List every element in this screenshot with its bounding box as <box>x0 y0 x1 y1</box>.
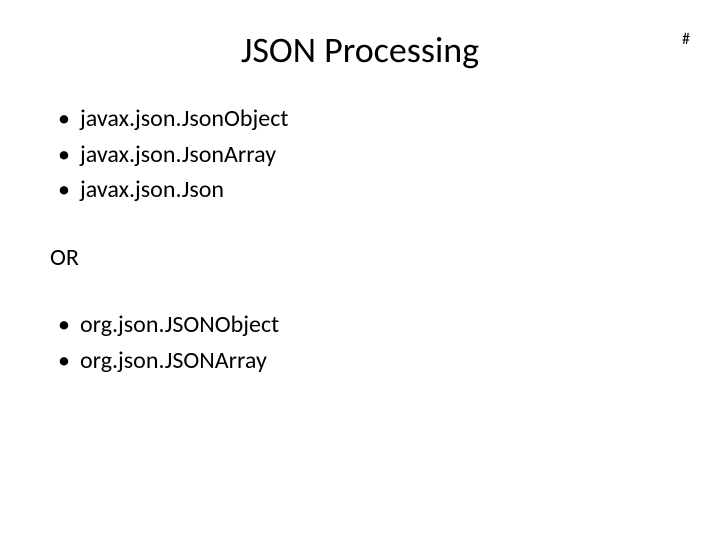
list-item: javax.json.Json <box>80 173 690 207</box>
list-item: org.json.JSONArray <box>80 344 690 378</box>
second-bullet-list: org.json.JSONObject org.json.JSONArray <box>50 308 690 377</box>
slide-content: javax.json.JsonObject javax.json.JsonArr… <box>30 102 690 378</box>
slide-title: JSON Processing <box>30 28 690 72</box>
separator-text: OR <box>50 241 690 275</box>
slide-container: # JSON Processing javax.json.JsonObject … <box>0 0 720 540</box>
list-item: javax.json.JsonObject <box>80 102 690 136</box>
list-item: org.json.JSONObject <box>80 308 690 342</box>
first-bullet-list: javax.json.JsonObject javax.json.JsonArr… <box>50 102 690 207</box>
list-item: javax.json.JsonArray <box>80 138 690 172</box>
slide-number-marker: # <box>682 30 690 49</box>
